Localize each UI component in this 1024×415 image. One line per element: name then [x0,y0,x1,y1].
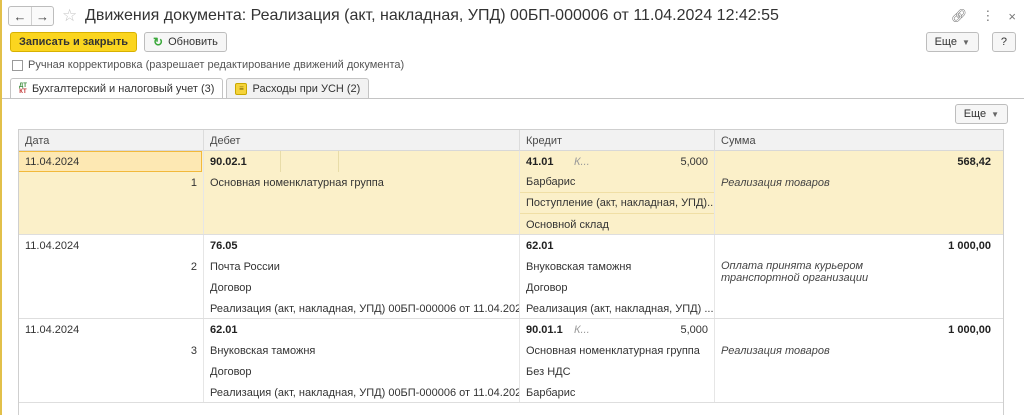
credit-subconto[interactable]: Поступление (акт, накладная, УПД)... [520,193,714,214]
debit-subconto-slot [280,151,338,172]
debit-subconto[interactable]: Внуковская таможня [204,340,519,361]
sum-cell: 1 000,00 Реализация товаров [715,319,1003,402]
row-content[interactable]: Реализация товаров [715,340,1003,361]
table-row[interactable]: 11.04.2024 2 76.05 Почта России Договор … [19,235,1003,319]
forward-arrow-icon[interactable]: → [31,7,53,25]
debit-account[interactable]: 62.01 [204,319,519,340]
credit-subconto[interactable]: Барбарис [520,172,714,193]
refresh-button[interactable]: ↻ Обновить [144,32,227,52]
tab-accounting[interactable]: ДТ КТ Бухгалтерский и налоговый учет (3) [10,78,224,99]
close-icon[interactable]: × [1008,9,1016,24]
debit-subconto[interactable]: Договор [204,361,519,382]
credit-subconto[interactable]: Без НДС [520,361,714,382]
more-button[interactable]: Еще ▼ [925,32,979,52]
save-and-close-button[interactable]: Записать и закрыть [10,32,138,52]
table-header: Дата Дебет Кредит Сумма [19,130,1003,151]
debit-subconto[interactable]: Основная номенклатурная группа [204,172,519,193]
row-number: 3 [190,344,197,357]
manual-correction-row: Ручная корректировка (разрешает редактир… [12,59,404,71]
header-credit[interactable]: Кредит [520,130,715,151]
credit-k: К... [574,155,590,168]
debit-subconto[interactable]: Договор [204,277,519,298]
link-icon[interactable]: 🔗︎ [951,8,968,24]
manual-correction-label: Ручная корректировка (разрешает редактир… [28,59,405,71]
tab-label: Бухгалтерский и налоговый учет (3) [31,83,215,95]
refresh-label: Обновить [168,36,218,48]
date-cell: 11.04.2024 1 [19,151,204,234]
header-date[interactable]: Дата [19,130,204,151]
credit-account[interactable]: 90.01.1 [520,324,568,336]
more-menu-icon[interactable]: ⋮ [981,8,994,24]
chevron-down-icon: ▼ [961,37,970,47]
credit-cell: 62.01 Внуковская таможня Договор Реализа… [520,235,715,318]
toolbar-right: Еще ▼ ? [925,32,1016,52]
date-cell: 11.04.2024 3 [19,319,204,402]
credit-account-line: 41.01 К... 5,000 [520,151,714,172]
header-debit[interactable]: Дебет [204,130,520,151]
credit-subconto[interactable]: Основная номенклатурная группа [520,340,714,361]
row-number: 2 [190,260,197,273]
row-number: 1 [190,176,197,189]
row-sum[interactable]: 568,42 [715,151,1003,172]
credit-cell: 90.01.1 К... 5,000 Основная номенклатурн… [520,319,715,402]
debit-subconto[interactable]: Реализация (акт, накладная, УПД) 00БП-00… [204,382,519,403]
row-sum[interactable]: 1 000,00 [715,319,1003,340]
manual-correction-checkbox[interactable] [12,59,23,71]
credit-cell: 41.01 К... 5,000 Барбарис Поступление (а… [520,151,715,234]
nav-buttons: ← → [8,6,54,26]
title-bar: ← → ☆ Движения документа: Реализация (ак… [8,4,1016,28]
help-button[interactable]: ? [991,32,1016,52]
debit-account-line: 90.02.1 [204,151,519,172]
credit-k: К... [574,323,590,336]
debit-account[interactable]: 76.05 [204,235,519,256]
debit-account[interactable]: 90.02.1 [204,156,280,168]
debit-subconto[interactable]: Реализация (акт, накладная, УПД) 00БП-00… [204,298,519,319]
credit-subconto[interactable]: Договор [520,277,714,298]
row-date[interactable]: 11.04.2024 [19,319,203,340]
credit-account[interactable]: 62.01 [520,235,714,256]
tab-label: Расходы при УСН (2) [252,82,361,95]
credit-subconto[interactable]: Внуковская таможня [520,256,714,277]
window-controls: 🔗︎ ⋮ × [951,8,1016,24]
tab-divider [2,98,1024,99]
window-left-border [0,0,2,415]
sum-cell: 1 000,00 Оплата принята курьером транспо… [715,235,1003,318]
row-content[interactable]: Реализация товаров [715,172,1003,193]
credit-quantity[interactable]: 5,000 [680,156,714,168]
more-label: Еще [934,36,957,48]
header-sum[interactable]: Сумма [715,130,1003,151]
debit-subconto-slot [338,151,396,172]
credit-account-line: 90.01.1 К... 5,000 [520,319,714,340]
credit-subconto[interactable]: Реализация (акт, накладная, УПД) ... [520,298,714,319]
table-more-button[interactable]: Еще ▼ [954,104,1008,124]
credit-account[interactable]: 41.01 [520,156,568,168]
usn-expense-icon: ≡ [235,82,248,95]
table-more-label: Еще [963,108,987,120]
credit-quantity[interactable]: 5,000 [680,324,714,336]
sum-cell: 568,42 Реализация товаров [715,151,1003,234]
debit-cell: 90.02.1 Основная номенклатурная группа [204,151,520,234]
refresh-icon: ↻ [153,35,164,49]
back-arrow-icon[interactable]: ← [9,7,31,25]
tab-usn-expenses[interactable]: ≡ Расходы при УСН (2) [226,78,370,98]
credit-subconto[interactable]: Основной склад [520,214,714,235]
date-cell: 11.04.2024 2 [19,235,204,318]
table-row[interactable]: 11.04.2024 1 90.02.1 Основная номенклату… [19,151,1003,235]
debit-cell: 76.05 Почта России Договор Реализация (а… [204,235,520,318]
credit-subconto[interactable]: Барбарис [520,382,714,403]
postings-table[interactable]: Дата Дебет Кредит Сумма 11.04.2024 1 90.… [18,129,1004,415]
page-title: Движения документа: Реализация (акт, нак… [85,7,779,24]
row-date[interactable]: 11.04.2024 [19,235,203,256]
dt-kt-icon: ДТ КТ [19,83,27,95]
debit-subconto[interactable]: Почта России [204,256,519,277]
row-content[interactable]: Оплата принята курьером транспортной орг… [715,256,945,284]
favorite-star-icon[interactable]: ☆ [62,7,80,25]
row-sum[interactable]: 1 000,00 [715,235,1003,256]
tab-bar: ДТ КТ Бухгалтерский и налоговый учет (3) … [10,78,372,99]
toolbar: Записать и закрыть ↻ Обновить Еще ▼ ? [10,32,1016,52]
table-row[interactable]: 11.04.2024 3 62.01 Внуковская таможня До… [19,319,1003,403]
chevron-down-icon: ▼ [991,109,999,119]
row-date[interactable]: 11.04.2024 [19,151,202,172]
debit-cell: 62.01 Внуковская таможня Договор Реализа… [204,319,520,402]
